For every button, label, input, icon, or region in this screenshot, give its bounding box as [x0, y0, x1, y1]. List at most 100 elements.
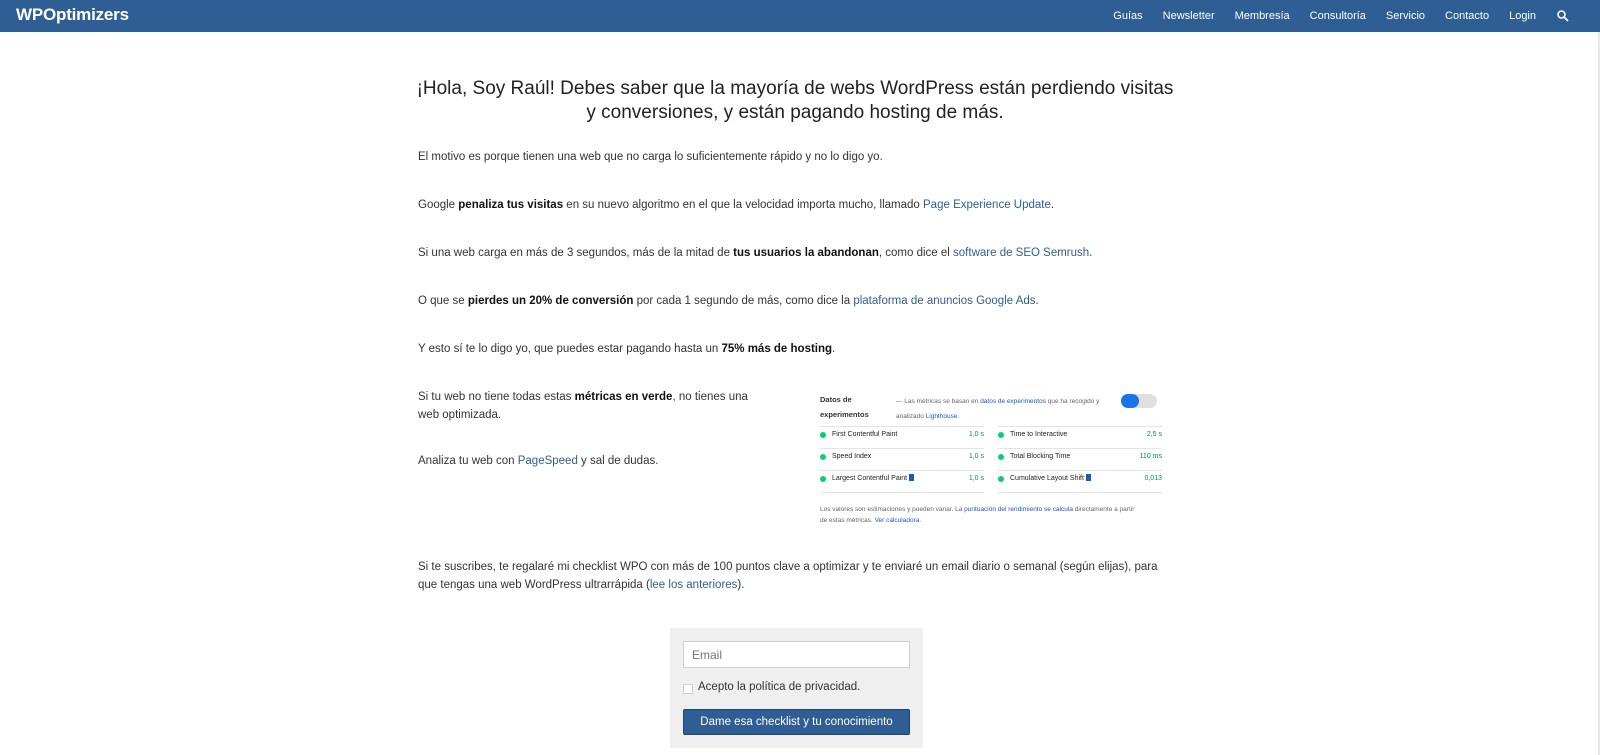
toggle-on [1121, 394, 1139, 408]
nav-item-membresia[interactable]: Membresía [1235, 10, 1290, 22]
metric-row: Largest Contentful Paint 1,0 s [820, 472, 984, 486]
metrics-note: — Las métricas se basan en datos de expe… [896, 394, 1126, 424]
text: ). [737, 579, 745, 591]
previous-emails-link[interactable]: lee los anteriores [650, 579, 738, 591]
status-dot [820, 454, 826, 460]
status-dot [998, 432, 1004, 438]
google-paragraph: Google penaliza tus visitas en su nuevo … [418, 196, 1054, 214]
text: Y esto sí te lo digo yo, que puedes esta… [418, 343, 722, 355]
text: O que se [418, 295, 468, 307]
status-dot [998, 454, 1004, 460]
text: . [1089, 247, 1093, 259]
bold-text: pierdes un 20% de conversión [467, 295, 634, 307]
metrics-title: Datos de experimentos [820, 395, 869, 419]
subscribe-form: Acepto la política de privacidad. Dame e… [670, 628, 923, 748]
text: por cada 1 segundo de más, como dice la [633, 295, 854, 307]
nav-item-consultoria[interactable]: Consultoría [1310, 10, 1366, 22]
text: — Las métricas se basan en [896, 398, 981, 405]
text: . [957, 413, 960, 420]
submit-button[interactable]: Dame esa checklist y tu conocimiento [683, 709, 910, 735]
metric-label: First Contentful Paint [832, 431, 898, 438]
divider [998, 470, 1162, 471]
nav-item-newsletter[interactable]: Newsletter [1163, 10, 1215, 22]
divider [820, 448, 984, 449]
text: Si te suscribes, te regalaré mi checklis… [418, 561, 1158, 591]
hosting-paragraph: Y esto sí te lo digo yo, que puedes esta… [418, 340, 835, 358]
divider [820, 470, 984, 471]
metric-label: Total Blocking Time [1010, 453, 1071, 460]
site-logo[interactable]: WPOptimizers [16, 5, 129, 25]
conversion-paragraph: O que se pierdes un 20% de conversión po… [418, 292, 1039, 310]
semrush-link[interactable]: software de SEO Semrush [953, 247, 1089, 259]
main-nav: Guías Newsletter Membresía Consultoría S… [1093, 0, 1570, 32]
top-navbar: WPOptimizers Guías Newsletter Membresía … [0, 0, 1600, 32]
text: Lighthouse [925, 413, 958, 420]
intro-paragraph: El motivo es porque tienen una web que n… [418, 151, 883, 163]
text: Largest Contentful Paint [832, 475, 908, 482]
privacy-label[interactable]: Acepto la política de privacidad. [698, 681, 860, 693]
metric-value: 1,0 s [968, 431, 984, 438]
metrics-paragraph: Si tu web no tiene todas estas métricas … [418, 388, 768, 424]
text: Cumulative Layout Shift [1010, 475, 1084, 482]
nav-item-guias[interactable]: Guías [1113, 10, 1142, 22]
metric-label: Largest Contentful Paint [832, 472, 915, 486]
metric-value: 1,0 s [968, 475, 984, 482]
divider [820, 426, 984, 427]
page-headline: ¡Hola, Soy Raúl! Debes saber que la mayo… [416, 78, 1174, 123]
metric-label: Time to Interactive [1010, 431, 1068, 438]
text: Si una web carga en más de 3 segundos, m… [418, 247, 734, 259]
nav-item-login[interactable]: Login [1509, 10, 1536, 22]
email-field[interactable] [683, 641, 910, 668]
subscribe-paragraph: Si te suscribes, te regalaré mi checklis… [418, 558, 1178, 594]
search-icon[interactable] [1556, 9, 1570, 23]
divider [998, 426, 1162, 427]
nav-item-contacto[interactable]: Contacto [1445, 10, 1489, 22]
view-toggle [1121, 394, 1157, 408]
semrush-paragraph: Si una web carga en más de 3 segundos, m… [418, 244, 1092, 262]
text: . [1035, 295, 1039, 307]
metric-value: 0,013 [1144, 475, 1162, 482]
bold-text: 75% más de hosting [721, 343, 833, 355]
metric-row: Total Blocking Time 110 ms [998, 450, 1162, 464]
text: datos de experimentos [980, 398, 1046, 405]
text: y sal de dudas. [577, 455, 659, 467]
text: . [1050, 199, 1055, 211]
pagespeed-metrics-image: Datos de experimentos — Las métricas se … [814, 392, 1162, 527]
bold-text: métricas en verde [574, 391, 673, 403]
metric-label: Speed Index [832, 453, 872, 460]
privacy-checkbox[interactable] [683, 684, 693, 694]
text: . [832, 343, 836, 355]
text: Los valores son estimaciones y pueden va… [820, 506, 965, 513]
text: , como dice el [878, 247, 954, 259]
nav-item-servicio[interactable]: Servicio [1386, 10, 1425, 22]
metric-row: Speed Index 1,0 s [820, 450, 984, 464]
metric-row: Time to Interactive 2,5 s [998, 428, 1162, 442]
pagespeed-link[interactable]: PageSpeed [518, 455, 578, 467]
text: puntuación del rendimiento se calcula [964, 506, 1073, 513]
page-experience-link[interactable]: Page Experience Update [923, 199, 1051, 211]
text: Ver calculadora [874, 517, 920, 524]
pagespeed-paragraph: Analiza tu web con PageSpeed y sal de du… [418, 452, 658, 470]
metric-row: First Contentful Paint 1,0 s [820, 428, 984, 442]
divider [998, 448, 1162, 449]
status-dot [998, 476, 1004, 482]
status-dot [820, 432, 826, 438]
divider [820, 492, 984, 493]
text: Analiza tu web con [418, 455, 518, 467]
text: en su nuevo algoritmo en el que la veloc… [563, 199, 924, 211]
metrics-footer: Los valores son estimaciones y pueden va… [820, 504, 1140, 526]
bold-text: penaliza tus visitas [458, 199, 564, 211]
badge-icon [909, 474, 915, 481]
metric-label: Cumulative Layout Shift [1010, 472, 1091, 486]
metric-value: 2,5 s [1146, 431, 1162, 438]
status-dot [820, 476, 826, 482]
metric-value: 110 ms [1139, 453, 1162, 460]
text: Si tu web no tiene todas estas [418, 391, 575, 403]
google-ads-link[interactable]: plataforma de anuncios Google Ads [853, 295, 1035, 307]
bold-text: tus usuarios la abandonan [733, 247, 879, 259]
metric-row: Cumulative Layout Shift 0,013 [998, 472, 1162, 486]
text: . [919, 517, 922, 524]
badge-icon [1085, 474, 1091, 481]
text: Google [418, 199, 459, 211]
metric-value: 1,0 s [968, 453, 984, 460]
